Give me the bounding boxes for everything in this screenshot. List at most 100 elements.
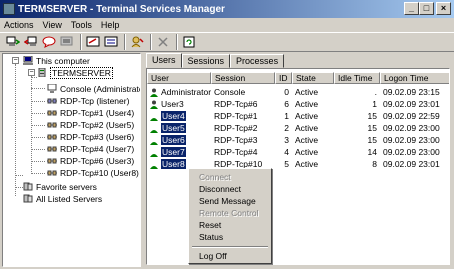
tree-node-favorites[interactable]: Favorite servers <box>23 181 97 192</box>
tree-node-label: This computer <box>36 55 90 66</box>
cell-id: 2 <box>284 123 289 133</box>
cell-user: Administrator <box>147 87 211 97</box>
tree-session-listener[interactable]: RDP-Tcp (listener) <box>47 95 129 106</box>
toolbar <box>0 32 454 52</box>
cell-logon-time: 09.02.09 23:00 <box>383 135 440 145</box>
context-menu: Connect Disconnect Send Message Remote C… <box>188 168 272 264</box>
close-button[interactable]: × <box>436 2 451 15</box>
tree-session-rdp10[interactable]: RDP-Tcp#10 (User8) <box>47 167 139 178</box>
user-name: User4 <box>161 111 186 121</box>
remote-control-icon[interactable] <box>59 34 75 50</box>
tree-node-label: RDP-Tcp#4 (User7) <box>60 143 135 154</box>
expand-toggle[interactable]: − <box>12 57 19 64</box>
app-icon <box>3 3 15 15</box>
table-row[interactable]: Administrator Console 0 Active. 09.02.09 23:… <box>147 86 449 98</box>
table-row[interactable]: User4 RDP-Tcp#1 1 Active 15 09.02.09 22:59 <box>147 110 449 122</box>
server-group-icon <box>23 194 33 203</box>
column-header-idle-time[interactable]: Idle Time <box>334 72 380 84</box>
menu-item-disconnect[interactable]: Disconnect <box>199 183 241 195</box>
cell-idle-time: 15 <box>367 123 377 133</box>
network-icon <box>47 122 57 128</box>
cell-session: RDP-Tcp#1 <box>214 111 258 121</box>
cell-id: 4 <box>284 147 289 157</box>
table-row[interactable]: User6 RDP-Tcp#3 3 Active 15 09.02.09 23:00 <box>147 134 449 146</box>
network-icon <box>47 146 57 152</box>
log-off-icon[interactable] <box>129 34 145 50</box>
cell-idle-time: 15 <box>367 111 377 121</box>
server-tree[interactable]: − This computer − TERMSERVER Console (Ad… <box>2 53 141 267</box>
column-header-logon-time[interactable]: Logon Time <box>380 72 449 84</box>
cell-id: 6 <box>284 99 289 109</box>
cell-logon-time: 09.02.09 23:01 <box>383 99 440 109</box>
expand-toggle[interactable]: − <box>28 69 35 76</box>
tab-sessions[interactable]: Sessions <box>181 54 231 68</box>
user-icon <box>150 100 158 109</box>
cell-session: RDP-Tcp#4 <box>214 147 258 157</box>
menu-tools[interactable]: Tools <box>71 20 92 30</box>
cell-id: 5 <box>284 159 289 169</box>
menu-item-connect[interactable]: Connect <box>199 171 231 183</box>
table-row[interactable]: User3 RDP-Tcp#6 6 Active 1 09.02.09 23:01 <box>147 98 449 110</box>
tab-processes[interactable]: Processes <box>230 54 285 68</box>
menu-help[interactable]: Help <box>101 20 120 30</box>
cell-user: User5 <box>147 123 211 133</box>
menu-separator <box>192 246 268 248</box>
cell-state: Active <box>295 159 319 169</box>
refresh-icon[interactable] <box>181 34 197 50</box>
cell-user: User6 <box>147 135 211 145</box>
tree-session-console[interactable]: Console (Administrator) <box>47 83 140 94</box>
cell-state: Active <box>295 147 319 157</box>
tree-session-rdp6[interactable]: RDP-Tcp#6 (User3) <box>47 155 134 166</box>
tab-users[interactable]: Users <box>146 53 182 68</box>
user-name: User6 <box>161 135 186 145</box>
column-header-user[interactable]: User <box>147 72 211 84</box>
user-icon <box>150 148 158 157</box>
menu-item-send-message[interactable]: Send Message <box>199 195 256 207</box>
minimize-button[interactable]: _ <box>404 2 419 15</box>
menu-item-status[interactable]: Status <box>199 231 223 243</box>
table-row[interactable]: User5 RDP-Tcp#2 2 Active 15 09.02.09 23:00 <box>147 122 449 134</box>
server-group-icon <box>23 182 33 191</box>
title-bar[interactable]: TERMSERVER - Terminal Services Manager _… <box>0 0 454 18</box>
cell-session: RDP-Tcp#2 <box>214 123 258 133</box>
connect-icon[interactable] <box>5 34 21 50</box>
tree-node-label: RDP-Tcp#2 (User5) <box>60 119 135 130</box>
tree-session-rdp4[interactable]: RDP-Tcp#4 (User7) <box>47 143 134 154</box>
terminate-process-icon[interactable] <box>155 34 171 50</box>
cell-user: User3 <box>147 99 211 109</box>
column-header-id[interactable]: ID <box>275 72 292 84</box>
menu-view[interactable]: View <box>43 20 62 30</box>
cell-session: RDP-Tcp#3 <box>214 135 258 145</box>
tree-node-termserver[interactable]: TERMSERVER <box>37 66 113 79</box>
column-header-state[interactable]: State <box>292 72 334 84</box>
menu-item-reset[interactable]: Reset <box>199 219 221 231</box>
menu-item-log-off[interactable]: Log Off <box>199 250 227 262</box>
table-row[interactable]: User7 RDP-Tcp#4 4 Active 14 09.02.09 23:00 <box>147 146 449 158</box>
tree-node-this-computer[interactable]: This computer <box>23 55 90 66</box>
tree-session-rdp1[interactable]: RDP-Tcp#1 (User4) <box>47 107 134 118</box>
tree-session-rdp3[interactable]: RDP-Tcp#3 (User6) <box>47 131 134 142</box>
tree-session-rdp2[interactable]: RDP-Tcp#2 (User5) <box>47 119 134 130</box>
tab-strip: Users Sessions Processes <box>146 53 285 68</box>
tree-node-label: Favorite servers <box>36 181 97 192</box>
menu-actions[interactable]: Actions <box>4 20 34 30</box>
disconnect-icon[interactable] <box>23 34 39 50</box>
window-title: TERMSERVER - Terminal Services Manager <box>18 3 225 15</box>
maximize-button[interactable]: □ <box>419 2 434 15</box>
column-header-session[interactable]: Session <box>211 72 275 84</box>
tree-node-label: RDP-Tcp#3 (User6) <box>60 131 135 142</box>
cell-state: Active <box>295 87 319 97</box>
tree-node-label: RDP-Tcp (listener) <box>60 95 130 106</box>
user-icon <box>150 124 158 133</box>
network-icon <box>47 134 57 140</box>
menu-bar: Actions View Tools Help <box>0 18 454 32</box>
reset-icon[interactable] <box>85 34 101 50</box>
send-message-icon[interactable] <box>41 34 57 50</box>
tree-node-all-servers[interactable]: All Listed Servers <box>23 193 102 204</box>
network-icon <box>47 110 57 116</box>
toolbar-separator <box>124 34 126 50</box>
status-icon[interactable] <box>103 34 119 50</box>
tree-node-label: TERMSERVER <box>50 66 113 79</box>
menu-item-remote-control[interactable]: Remote Control <box>199 207 259 219</box>
user-name: User3 <box>161 99 184 109</box>
